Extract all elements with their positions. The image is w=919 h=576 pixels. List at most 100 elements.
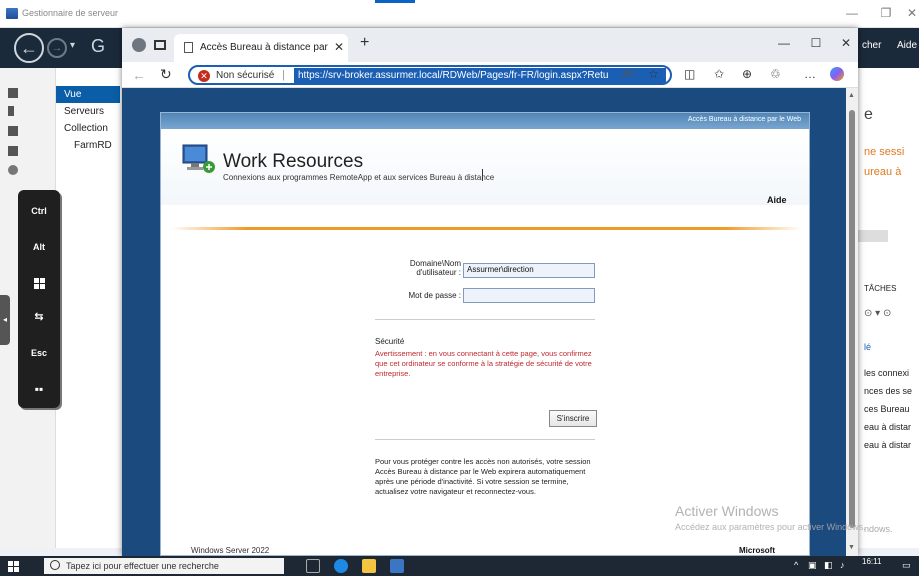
browser-back-icon[interactable]: ← [132, 67, 146, 83]
tray-chevron-icon[interactable]: ^ [794, 560, 798, 570]
tasks-dropdown-icon[interactable]: ⊙ ▾ ⊙ [864, 308, 891, 319]
new-tab-button[interactable]: + [360, 34, 369, 52]
username-label-line2: d'utilisateur : [416, 268, 461, 277]
tab-actions-icon[interactable] [154, 40, 166, 50]
forward-arrow-icon[interactable]: → [47, 38, 67, 58]
taskbar-clock[interactable]: 16:11 [862, 557, 881, 566]
ctrl-key-button[interactable]: Ctrl [24, 198, 54, 224]
right-panel-text: ureau à [864, 166, 902, 178]
taskbar: Tapez ici pour effectuer une recherche ^… [0, 556, 919, 576]
username-field[interactable]: Assurmer\direction [463, 263, 595, 278]
help-link[interactable]: Aide [767, 195, 787, 205]
rds-icon[interactable] [8, 146, 18, 156]
orange-divider [171, 227, 801, 230]
right-panel-text: nces des se [864, 386, 913, 396]
microsoft-footer: Microsoft [739, 546, 775, 555]
right-panel-text: eau à distar [864, 422, 912, 432]
back-arrow-icon[interactable]: ← [14, 33, 44, 63]
page-scrollbar[interactable]: ▲ ▼ [846, 88, 858, 556]
browser-tab-active[interactable]: Accès Bureau à distance par le W ✕ [174, 34, 348, 62]
all-servers-icon[interactable] [8, 126, 18, 136]
sign-in-button[interactable]: S'inscrire [549, 410, 597, 427]
right-panel-text: ne sessi [864, 146, 905, 158]
address-bar[interactable]: ✕ Non sécurisé | https://srv-broker.assu… [188, 65, 672, 85]
rdweb-header: Work Resources Connexions aux programmes… [161, 129, 809, 205]
scroll-thumb[interactable] [849, 110, 855, 528]
page-subtitle: Connexions aux programmes RemoteApp et a… [223, 173, 495, 182]
profile-icon[interactable] [132, 38, 146, 52]
split-screen-icon[interactable]: ◫ [684, 67, 695, 81]
chevron-down-icon[interactable]: ▾ [70, 40, 75, 51]
dashboard-icon[interactable] [8, 88, 18, 98]
username-label-line1: Domaine\Nom [409, 259, 461, 268]
sm-close-button[interactable]: ✕ [900, 6, 919, 20]
windows-key-button[interactable] [24, 270, 54, 296]
taskbar-search[interactable]: Tapez ici pour effectuer une recherche [44, 558, 284, 574]
local-server-icon[interactable] [8, 106, 14, 116]
url-separator: | [282, 69, 285, 81]
browser-minimize-button[interactable]: — [772, 36, 796, 50]
password-field[interactable] [463, 288, 595, 303]
file-explorer-icon[interactable] [362, 559, 376, 573]
server-manager-icon [6, 8, 18, 19]
start-button[interactable] [8, 560, 19, 572]
section-divider [375, 439, 595, 440]
more-keys-button[interactable]: ▪▪ [24, 376, 54, 402]
read-aloud-icon[interactable]: Aᴬ [622, 67, 635, 81]
activate-windows-title: Activer Windows [675, 503, 779, 519]
alt-key-button[interactable]: Alt [24, 234, 54, 260]
file-services-icon[interactable] [8, 165, 18, 175]
address-bar-row: ← ↻ ✕ Non sécurisé | https://srv-broker.… [122, 62, 858, 88]
esc-key-button[interactable]: Esc [24, 340, 54, 366]
sm-minimize-button[interactable]: — [840, 6, 864, 20]
windows-server-footer: Windows Server 2022 [191, 546, 270, 555]
browser-close-button[interactable]: ✕ [834, 36, 858, 50]
tasks-label[interactable]: TÂCHES [864, 284, 896, 293]
right-panel-bar [858, 230, 888, 242]
tree-item-servers[interactable]: Serveurs [56, 103, 120, 120]
window-accent-bar [375, 0, 415, 3]
collections-icon[interactable]: ⊕ [742, 67, 752, 81]
rdweb-login-page: Accès Bureau à distance par le Web Work … [160, 112, 810, 556]
edge-taskbar-icon[interactable] [334, 559, 348, 573]
server-manager-title: Gestionnaire de serveur [22, 8, 119, 18]
page-title: Work Resources [223, 151, 364, 172]
task-view-icon[interactable] [306, 559, 320, 573]
server-manager-tree: Vue d'ensem Serveurs Collection FarmRD [56, 86, 120, 154]
favorite-star-icon[interactable]: ☆ [648, 67, 659, 81]
scroll-up-icon[interactable]: ▲ [848, 92, 855, 99]
favorites-icon[interactable]: ✩ [714, 67, 724, 81]
notifications-icon[interactable]: ▭ [902, 560, 911, 571]
right-panel-text: les connexi [864, 368, 910, 378]
right-panel-text: lé [864, 342, 872, 352]
browser-maximize-button[interactable]: ☐ [804, 36, 828, 50]
server-manager-taskbar-icon[interactable] [390, 559, 404, 573]
sm-maximize-button[interactable]: ❐ [874, 6, 898, 20]
reload-icon[interactable]: ↻ [160, 66, 172, 83]
url-text[interactable]: https://srv-broker.assurmer.local/RDWeb/… [294, 68, 666, 83]
network-icon[interactable]: ▣ [808, 560, 817, 571]
scroll-down-icon[interactable]: ▼ [848, 544, 855, 551]
page-icon [184, 42, 193, 53]
menu-search[interactable]: cher [862, 40, 881, 51]
speaker-icon[interactable]: ♪ [840, 560, 845, 570]
copilot-icon[interactable] [830, 67, 844, 81]
settings-more-icon[interactable]: … [804, 67, 816, 81]
not-secure-label[interactable]: Non sécurisé [216, 70, 274, 81]
tree-item-farmrd[interactable]: FarmRD [56, 137, 120, 154]
toolbar-collapse-handle[interactable]: ◂ [0, 295, 10, 345]
remote-control-toolbar: Ctrl Alt ⇆ Esc ▪▪ [18, 190, 60, 408]
not-secure-icon[interactable]: ✕ [198, 70, 210, 82]
extensions-icon[interactable]: ♲ [770, 67, 781, 81]
tab-key-button[interactable]: ⇆ [24, 304, 54, 330]
session-info-text: Pour vous protéger contre les accès non … [375, 457, 591, 496]
close-tab-icon[interactable]: ✕ [334, 40, 344, 54]
security-title: Sécurité [375, 337, 405, 346]
text-cursor [482, 169, 483, 181]
tree-item-overview[interactable]: Vue d'ensem [56, 86, 120, 117]
menu-help[interactable]: Aide [897, 40, 917, 51]
breadcrumb-letter: G [91, 36, 106, 56]
password-label: Mot de passe : [408, 291, 461, 300]
tree-item-collections[interactable]: Collection [56, 120, 120, 137]
volume-icon[interactable]: ◧ [824, 560, 833, 571]
